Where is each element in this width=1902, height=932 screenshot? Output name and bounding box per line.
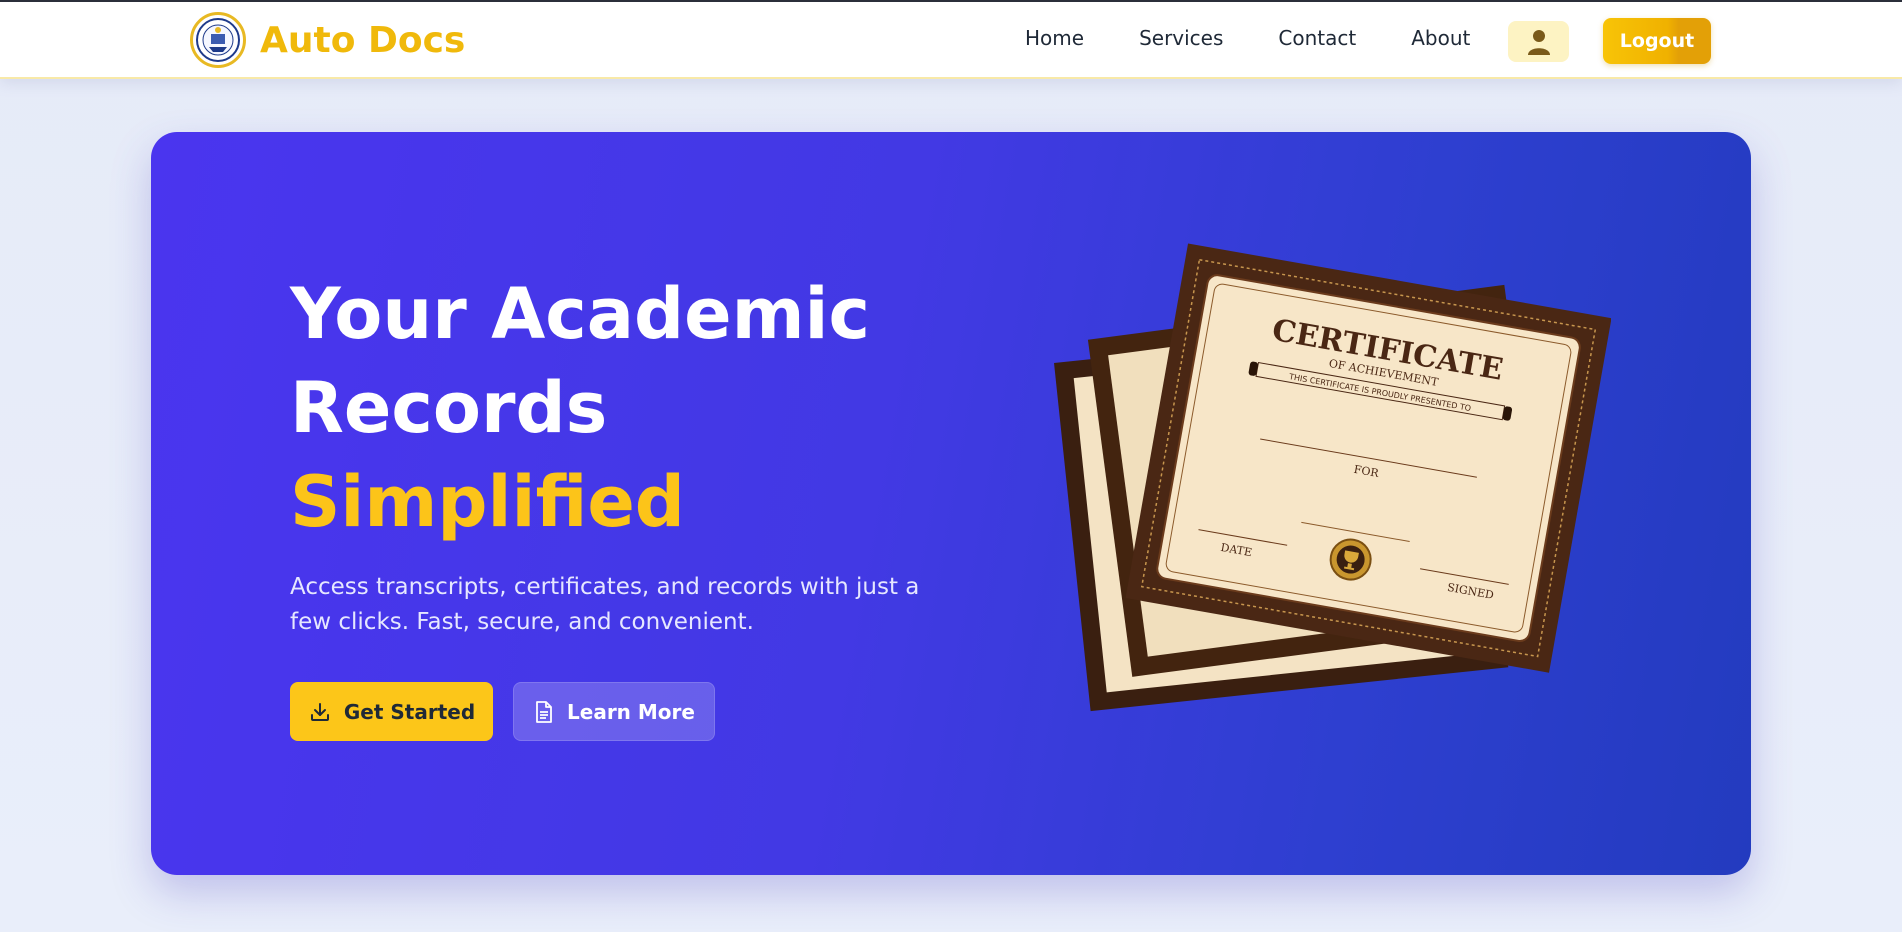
nav-about[interactable]: About [1411, 26, 1470, 50]
main-nav: Home Services Contact About [1025, 26, 1525, 50]
hero-title-line1: Your Academic [290, 273, 870, 355]
certificate-illustration: CERTIFICATE OF ACHIEVEMENT THIS CERTIFIC… [1011, 242, 1612, 762]
university-seal-logo [190, 12, 246, 68]
hero-title-line2: Records [290, 367, 608, 449]
hero-title: Your Academic Records Simplified [290, 267, 870, 549]
brand-name: Auto Docs [260, 19, 466, 61]
document-icon [533, 700, 555, 724]
hero-title-accent: Simplified [290, 461, 685, 543]
hero-description: Access transcripts, certificates, and re… [290, 574, 920, 635]
learn-more-label: Learn More [567, 699, 695, 724]
nav-services[interactable]: Services [1139, 26, 1223, 50]
nav-home[interactable]: Home [1025, 26, 1084, 50]
top-navbar: Auto Docs Home Services Contact About Lo… [0, 0, 1902, 79]
get-started-button[interactable]: Get Started [290, 682, 493, 741]
logout-button[interactable]: Logout [1603, 18, 1711, 64]
download-icon [308, 700, 332, 724]
learn-more-button[interactable]: Learn More [513, 682, 715, 741]
hero-card: Your Academic Records Simplified Access … [151, 132, 1751, 875]
nav-contact[interactable]: Contact [1278, 26, 1356, 50]
get-started-label: Get Started [343, 699, 476, 724]
user-icon [1527, 29, 1550, 55]
brand[interactable]: Auto Docs [190, 12, 465, 68]
user-profile-button[interactable] [1508, 21, 1569, 62]
